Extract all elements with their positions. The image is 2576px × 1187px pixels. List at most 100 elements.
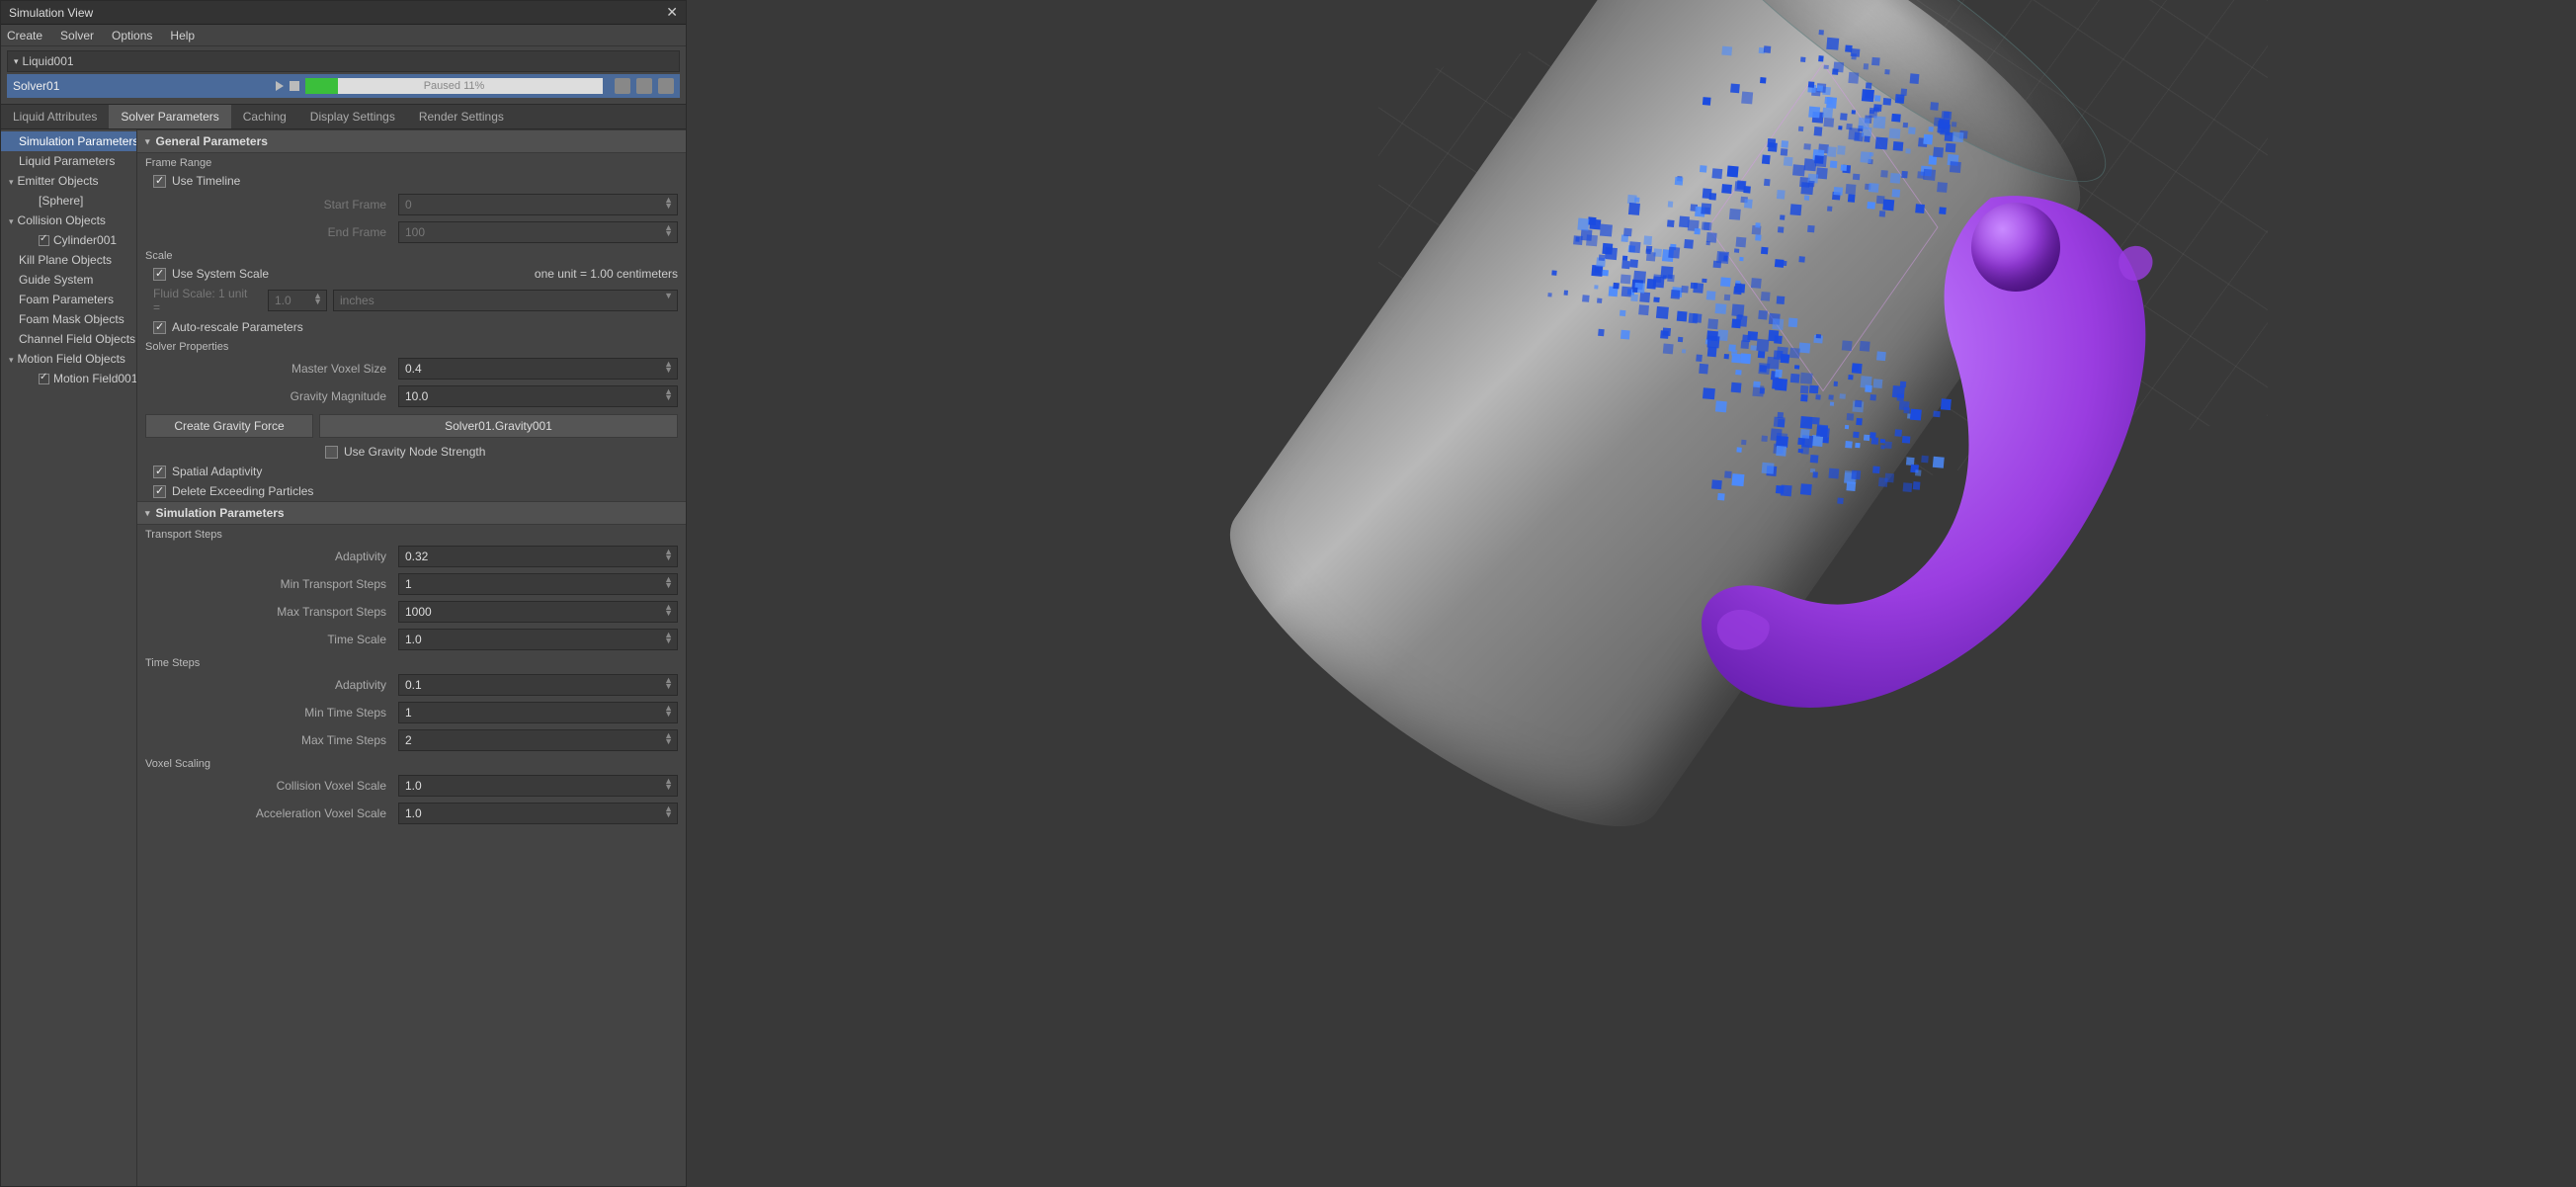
label-use-timeline: Use Timeline (172, 174, 240, 188)
spinner-fluid-scale: 1.0▲▼ (268, 290, 327, 311)
spinner-acceleration-voxel-scale[interactable]: 1.0▲▼ (398, 803, 678, 824)
label-fluid-scale: Fluid Scale: 1 unit = (153, 287, 262, 314)
checkbox-icon[interactable] (39, 374, 49, 384)
object-header[interactable]: ▾ Liquid001 (7, 50, 680, 72)
spinner-collision-voxel-scale[interactable]: 1.0▲▼ (398, 775, 678, 797)
checkbox-icon[interactable] (39, 235, 49, 246)
tab-solver-parameters[interactable]: Solver Parameters (109, 105, 230, 128)
spinner-max-transport-steps[interactable]: 1000▲▼ (398, 601, 678, 623)
label-time-scale: Time Scale (145, 633, 392, 646)
menu-solver[interactable]: Solver (60, 29, 94, 42)
sidebar-item-motion-field-objects[interactable]: Motion Field Objects (1, 349, 136, 369)
sidebar-item-guide-system[interactable]: Guide System (1, 270, 136, 290)
sidebar: Simulation Parameters Liquid Parameters … (1, 129, 137, 1186)
sidebar-item-channel-field[interactable]: Channel Field Objects (1, 329, 136, 349)
label-acceleration-voxel-scale: Acceleration Voxel Scale (145, 806, 392, 820)
group-solver-properties: Solver Properties (137, 337, 686, 355)
menu-help[interactable]: Help (170, 29, 195, 42)
close-icon[interactable]: ✕ (666, 4, 678, 21)
spinner-transport-adaptivity[interactable]: 0.32▲▼ (398, 546, 678, 567)
sidebar-item-collision-objects[interactable]: Collision Objects (1, 211, 136, 230)
chevron-down-icon: ▾ (145, 508, 150, 519)
simulation-panel: Simulation View ✕ Create Solver Options … (0, 0, 687, 1187)
sidebar-item-motion-field001[interactable]: Motion Field001 (1, 369, 136, 388)
label-gravity-magnitude: Gravity Magnitude (145, 389, 392, 403)
label-master-voxel: Master Voxel Size (145, 362, 392, 376)
section-simulation-parameters[interactable]: ▾ Simulation Parameters (137, 501, 686, 525)
spinner-start-frame: 0▲▼ (398, 194, 678, 215)
chevron-down-icon: ▾ (145, 136, 150, 147)
checkbox-use-system-scale[interactable] (153, 268, 166, 281)
viewport-3d[interactable] (687, 0, 2576, 1187)
progress-bar: Paused 11% (305, 78, 603, 94)
spinner-end-frame: 100▲▼ (398, 221, 678, 243)
label-min-transport-steps: Min Transport Steps (145, 577, 392, 591)
spinner-master-voxel[interactable]: 0.4▲▼ (398, 358, 678, 380)
stop-icon[interactable] (290, 81, 299, 91)
label-spatial-adaptivity: Spatial Adaptivity (172, 465, 262, 478)
sidebar-item-emitter-objects[interactable]: Emitter Objects (1, 171, 136, 191)
sidebar-item-simulation-parameters[interactable]: Simulation Parameters (1, 131, 136, 151)
menu-options[interactable]: Options (112, 29, 152, 42)
liquid-splash (1695, 178, 2169, 731)
cache-icon[interactable] (615, 78, 630, 94)
sidebar-item-kill-plane[interactable]: Kill Plane Objects (1, 250, 136, 270)
title-bar: Simulation View ✕ (1, 1, 686, 25)
window-title: Simulation View (9, 6, 93, 20)
solver-row-icons (615, 78, 674, 94)
label-end-frame: End Frame (145, 225, 392, 239)
section-general-parameters[interactable]: ▾ General Parameters (137, 129, 686, 153)
button-create-gravity-force[interactable]: Create Gravity Force (145, 414, 313, 438)
label-start-frame: Start Frame (145, 198, 392, 212)
sidebar-item-foam-parameters[interactable]: Foam Parameters (1, 290, 136, 309)
spinner-time-scale[interactable]: 1.0▲▼ (398, 629, 678, 650)
sidebar-item-liquid-parameters[interactable]: Liquid Parameters (1, 151, 136, 171)
parameter-area: ▾ General Parameters Frame Range Use Tim… (137, 129, 686, 1186)
checkbox-spatial-adaptivity[interactable] (153, 466, 166, 478)
sidebar-item-sphere[interactable]: [Sphere] (1, 191, 136, 211)
dropdown-fluid-scale-unit: inches▼ (333, 290, 678, 311)
checkbox-auto-rescale[interactable] (153, 321, 166, 334)
spinner-min-transport-steps[interactable]: 1▲▼ (398, 573, 678, 595)
progress-label: Paused 11% (305, 80, 603, 92)
group-voxel-scaling: Voxel Scaling (137, 754, 686, 772)
label-max-time-steps: Max Time Steps (145, 733, 392, 747)
playback-controls (276, 81, 299, 91)
checkbox-delete-exceeding[interactable] (153, 485, 166, 498)
group-time-steps: Time Steps (137, 653, 686, 671)
sidebar-item-cylinder001[interactable]: Cylinder001 (1, 230, 136, 250)
chevron-down-icon: ▾ (14, 56, 19, 67)
label-delete-exceeding: Delete Exceeding Particles (172, 484, 313, 498)
tab-render-settings[interactable]: Render Settings (407, 105, 516, 128)
spinner-max-time-steps[interactable]: 2▲▼ (398, 729, 678, 751)
play-icon[interactable] (276, 81, 284, 91)
tab-liquid-attributes[interactable]: Liquid Attributes (1, 105, 109, 128)
expand-icon[interactable] (658, 78, 674, 94)
spinner-time-adaptivity[interactable]: 0.1▲▼ (398, 674, 678, 696)
solver-name[interactable]: Solver01 (13, 79, 270, 93)
group-scale: Scale (137, 246, 686, 264)
menu-create[interactable]: Create (7, 29, 42, 42)
group-frame-range: Frame Range (137, 153, 686, 171)
object-name: Liquid001 (23, 54, 74, 68)
tab-caching[interactable]: Caching (231, 105, 298, 128)
spinner-min-time-steps[interactable]: 1▲▼ (398, 702, 678, 723)
checkbox-use-timeline[interactable] (153, 175, 166, 188)
tab-display-settings[interactable]: Display Settings (298, 105, 407, 128)
label-min-time-steps: Min Time Steps (145, 706, 392, 720)
label-use-system-scale: Use System Scale (172, 267, 269, 281)
sidebar-item-foam-mask[interactable]: Foam Mask Objects (1, 309, 136, 329)
refresh-icon[interactable] (636, 78, 652, 94)
group-transport-steps: Transport Steps (137, 525, 686, 543)
label-use-gravity-node-strength: Use Gravity Node Strength (344, 445, 485, 459)
label-transport-adaptivity: Adaptivity (145, 550, 392, 563)
label-auto-rescale: Auto-rescale Parameters (172, 320, 303, 334)
menu-bar: Create Solver Options Help (1, 25, 686, 46)
tabs: Liquid Attributes Solver Parameters Cach… (1, 104, 686, 129)
sphere-mesh (1971, 203, 2060, 292)
label-collision-voxel-scale: Collision Voxel Scale (145, 779, 392, 793)
button-gravity-node[interactable]: Solver01.Gravity001 (319, 414, 678, 438)
checkbox-use-gravity-node-strength[interactable] (325, 446, 338, 459)
spinner-gravity-magnitude[interactable]: 10.0▲▼ (398, 385, 678, 407)
label-time-adaptivity: Adaptivity (145, 678, 392, 692)
